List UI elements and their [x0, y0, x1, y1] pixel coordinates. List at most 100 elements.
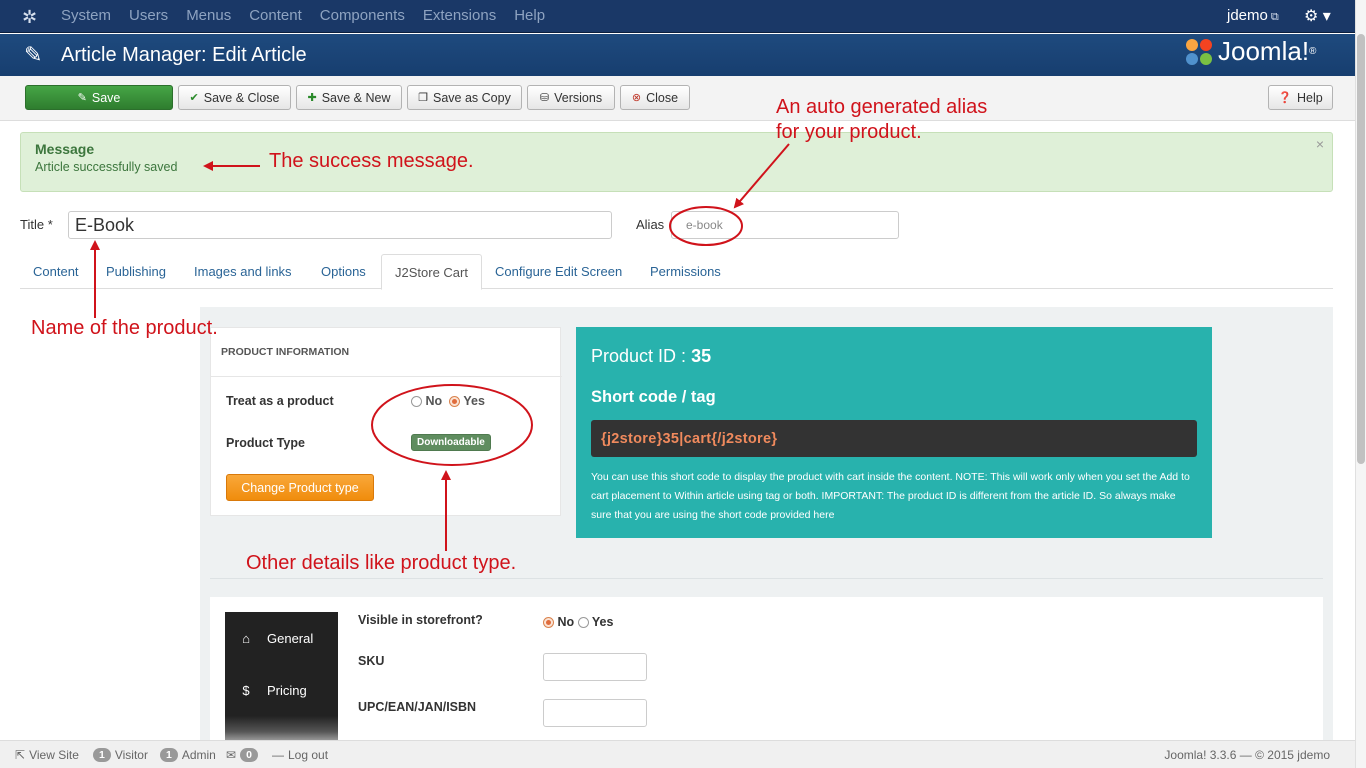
plus-icon: ✚: [307, 92, 317, 104]
menu-users[interactable]: Users: [129, 7, 168, 24]
upc-label: UPC/EAN/JAN/ISBN: [358, 700, 477, 714]
upc-input[interactable]: [543, 699, 647, 727]
sidemenu-general[interactable]: ⌂ General: [225, 612, 338, 664]
message-count: 0: [240, 748, 258, 762]
main-menu: System Users Menus Content Components Ex…: [61, 7, 563, 24]
annotation-alias-2: for your product.: [776, 121, 922, 143]
product-information-panel: PRODUCT INFORMATION Treat as a product N…: [210, 327, 562, 516]
gear-icon[interactable]: ⚙ ▾: [1304, 6, 1331, 26]
view-site-label: View Site: [29, 748, 79, 762]
admin-count: 1: [160, 748, 178, 762]
page-title: Article Manager: Edit Article: [61, 44, 307, 66]
save-close-button[interactable]: ✔ Save & Close: [178, 85, 291, 110]
tab-publishing[interactable]: Publishing: [93, 254, 179, 289]
menu-help[interactable]: Help: [514, 7, 545, 24]
joomla-icon[interactable]: ✲: [22, 7, 37, 28]
question-icon: ❓: [1278, 92, 1292, 104]
tab-images-links[interactable]: Images and links: [181, 254, 305, 289]
alias-label: Alias: [636, 217, 665, 232]
title-input[interactable]: E-Book: [68, 211, 612, 239]
menu-extensions[interactable]: Extensions: [423, 7, 496, 24]
divider: [211, 376, 562, 377]
vertical-scrollbar[interactable]: [1355, 0, 1366, 768]
help-label: Help: [1296, 90, 1323, 105]
shortcode-heading: Short code / tag: [591, 388, 716, 406]
product-id: Product ID : 35: [591, 346, 711, 367]
admins-status: 1 Admin: [160, 748, 216, 762]
treat-no-radio[interactable]: [411, 396, 422, 408]
treat-yes-radio[interactable]: [449, 396, 461, 408]
dollar-icon: $: [242, 682, 250, 698]
annotation-name: Name of the product.: [31, 317, 218, 339]
menu-menus[interactable]: Menus: [186, 7, 231, 24]
tab-configure-edit-screen[interactable]: Configure Edit Screen: [482, 254, 635, 289]
versions-button[interactable]: ⛁ Versions: [527, 85, 615, 110]
tab-content[interactable]: Content: [20, 254, 92, 289]
divider: [210, 578, 1323, 579]
check-icon: ✔: [189, 92, 199, 104]
visible-storefront-label: Visible in storefront?: [358, 613, 483, 627]
title-label: Title *: [20, 217, 53, 232]
change-product-type-button[interactable]: Change Product type: [226, 474, 374, 501]
title-value: E-Book: [75, 214, 135, 235]
visible-storefront-radios: No Yes: [543, 615, 613, 629]
visible-no-label: No: [557, 615, 575, 629]
visible-no-radio[interactable]: [543, 617, 554, 629]
sku-label: SKU: [358, 654, 385, 668]
brand-text: Joomla!: [1218, 36, 1310, 66]
sidemenu-pricing-label: Pricing: [267, 682, 307, 698]
alias-placeholder: e-book: [686, 218, 723, 232]
tab-permissions[interactable]: Permissions: [637, 254, 734, 289]
sku-input[interactable]: [543, 653, 647, 681]
edit-tabs: Content Publishing Images and links Opti…: [20, 254, 1333, 290]
save-copy-label: Save as Copy: [433, 90, 511, 105]
menu-components[interactable]: Components: [320, 7, 405, 24]
help-button[interactable]: ❓ Help: [1268, 85, 1333, 110]
product-id-label: Product ID :: [591, 346, 687, 366]
alias-input[interactable]: e-book: [671, 211, 899, 239]
save-copy-button[interactable]: ❐ Save as Copy: [407, 85, 522, 110]
shortcode-box[interactable]: {j2store}35|cart{/j2store}: [591, 420, 1197, 457]
message-text: Article successfully saved: [35, 160, 178, 174]
versions-label: Versions: [554, 90, 603, 105]
logout-label: Log out: [288, 748, 329, 762]
sidemenu-pricing[interactable]: $ Pricing: [225, 664, 338, 716]
edit-icon: ✎: [77, 92, 87, 104]
menu-system[interactable]: System: [61, 7, 111, 24]
user-menu[interactable]: jdemo ⧉: [1227, 7, 1279, 24]
treat-no-label: No: [425, 394, 443, 408]
annotation-alias-1: An auto generated alias: [776, 96, 988, 118]
toolbar: ✎ Save ✔ Save & Close ✚ Save & New ❐ Save as…: [0, 76, 1366, 121]
joomla-logo: Joomla! ®: [1184, 36, 1316, 67]
scrollbar-thumb[interactable]: [1357, 34, 1365, 464]
top-navbar: ✲ System Users Menus Content Components …: [0, 0, 1366, 33]
product-type-label: Product Type: [226, 436, 305, 450]
close-button[interactable]: ⊗ Close: [620, 85, 690, 110]
visitor-count: 1: [93, 748, 111, 762]
message-heading: Message: [35, 141, 95, 157]
close-icon[interactable]: ×: [1316, 136, 1324, 152]
save-new-button[interactable]: ✚ Save & New: [296, 85, 402, 110]
save-button[interactable]: ✎ Save: [25, 85, 173, 110]
product-info-heading: PRODUCT INFORMATION: [221, 346, 350, 358]
treat-as-product-label: Treat as a product: [226, 394, 334, 408]
external-link-icon: ⧉: [1270, 11, 1279, 23]
visitor-label: Visitor: [114, 748, 148, 762]
envelope-icon: ✉: [226, 748, 237, 762]
visible-yes-radio[interactable]: [577, 617, 589, 629]
menu-content[interactable]: Content: [249, 7, 302, 24]
product-type-badge: Downloadable: [411, 434, 491, 451]
product-side-menu: ⌂ General $ Pricing: [225, 612, 338, 747]
cancel-icon: ⊗: [631, 92, 642, 104]
logout-link[interactable]: — Log out: [272, 748, 328, 762]
treat-as-product-radios: No Yes: [411, 394, 485, 408]
visitors-status: 1 Visitor: [93, 748, 148, 762]
shortcode-note: You can use this short code to display t…: [591, 471, 1190, 521]
messages-status[interactable]: ✉ 0: [226, 748, 258, 762]
success-message: Message Article successfully saved ×: [20, 132, 1333, 192]
visible-yes-label: Yes: [591, 615, 614, 629]
annotation-success: The success message.: [269, 150, 474, 172]
tab-j2store-cart[interactable]: J2Store Cart: [381, 254, 482, 290]
view-site-link[interactable]: ⇱ View Site: [15, 748, 79, 762]
tab-options[interactable]: Options: [308, 254, 379, 289]
